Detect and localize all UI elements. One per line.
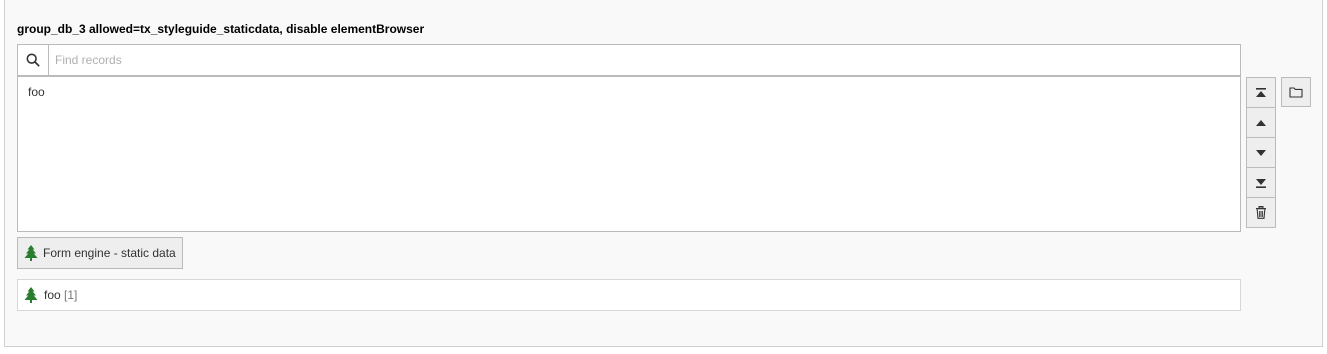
- selected-items-list[interactable]: foo: [17, 76, 1241, 232]
- browse-records-button[interactable]: [1281, 77, 1311, 107]
- move-up-button[interactable]: [1246, 107, 1276, 138]
- selected-item[interactable]: foo: [28, 85, 1230, 100]
- search-input[interactable]: [49, 45, 1240, 75]
- move-down-icon: [1255, 147, 1267, 159]
- search-field: [17, 44, 1241, 76]
- delete-button[interactable]: [1246, 197, 1276, 228]
- field-label: group_db_3 allowed=tx_styleguide_staticd…: [17, 22, 425, 36]
- tree-icon: [24, 287, 38, 303]
- record-list-item: foo [1]: [17, 279, 1241, 311]
- tree-icon: [24, 245, 38, 261]
- move-bottom-icon: [1255, 177, 1267, 189]
- move-bottom-button[interactable]: [1246, 167, 1276, 198]
- move-top-icon: [1255, 87, 1267, 99]
- add-static-data-label: Form engine - static data: [43, 246, 176, 260]
- folder-icon: [1289, 86, 1303, 98]
- move-down-button[interactable]: [1246, 137, 1276, 168]
- trash-icon: [1255, 206, 1267, 219]
- move-top-button[interactable]: [1246, 77, 1276, 108]
- add-static-data-button[interactable]: Form engine - static data: [17, 237, 183, 269]
- search-icon: [18, 45, 49, 75]
- item-controls: [1246, 77, 1276, 228]
- record-title: foo [1]: [44, 288, 78, 302]
- move-up-icon: [1255, 117, 1267, 129]
- record-uid: [1]: [64, 288, 78, 302]
